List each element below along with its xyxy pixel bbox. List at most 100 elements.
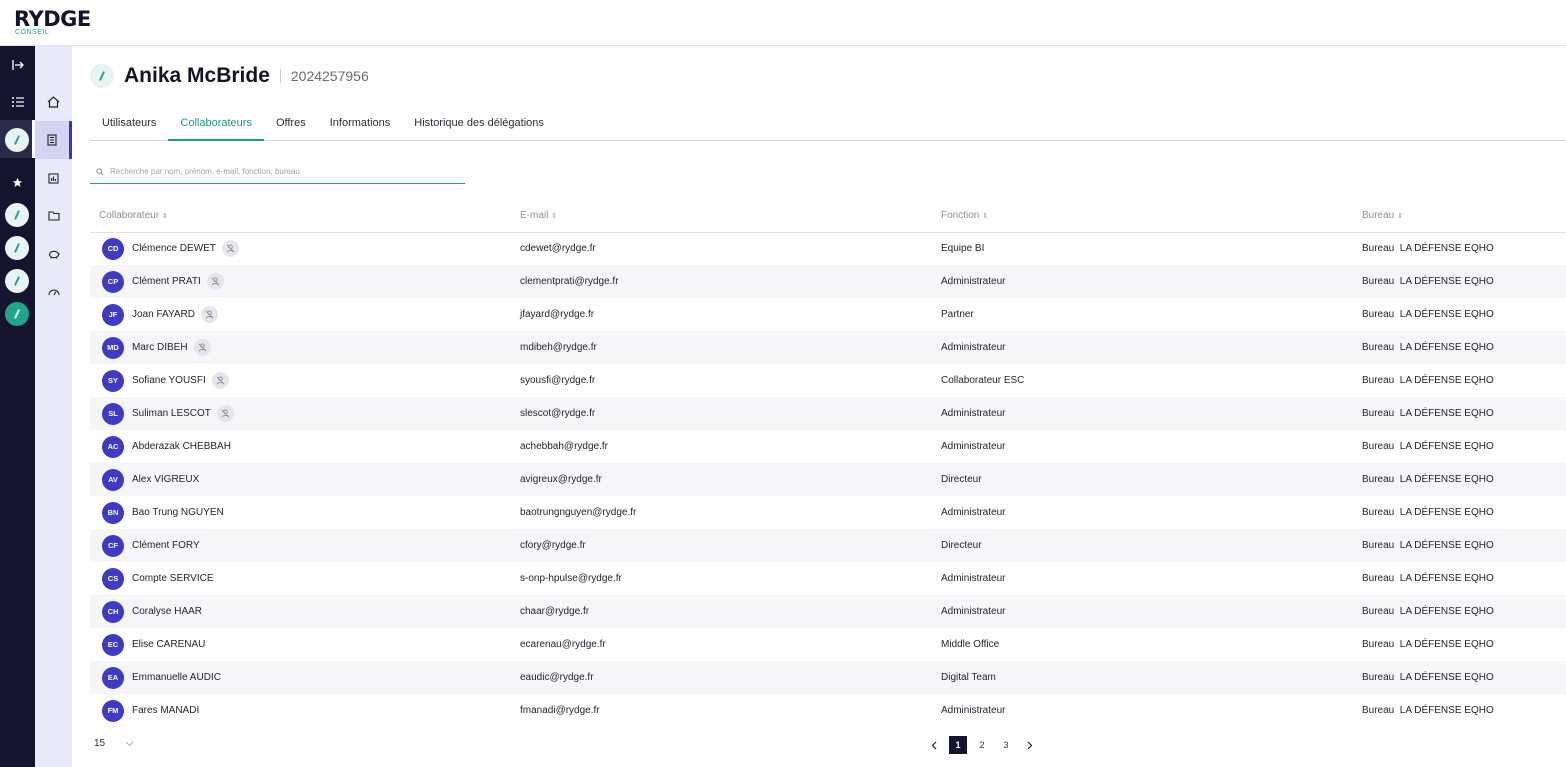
sort-icon[interactable]: ⇕ (1397, 213, 1403, 220)
avatar: SY (102, 369, 124, 392)
table-row[interactable]: AV Alex VIGREUX avigreux@rydge.fr Direct… (90, 463, 1566, 496)
sort-icon[interactable]: ⇕ (162, 213, 168, 220)
delegation-icon[interactable] (193, 339, 211, 356)
cell-email: avigreux@rydge.fr (520, 474, 602, 485)
table-row[interactable]: BN Bao Trung NGUYEN baotrungnguyen@rydge… (90, 496, 1566, 529)
table-row[interactable]: EC Elise CARENAU ecarenau@rydge.fr Middl… (90, 628, 1566, 661)
previous-page-button[interactable] (925, 736, 943, 754)
collaborator-name: Compte SERVICE (132, 573, 214, 584)
column-header-fonction[interactable]: Fonction ⇕ (932, 200, 1353, 233)
delegation-icon[interactable] (211, 372, 229, 389)
top-header: RYDGE CONSEIL (0, 0, 1566, 46)
column-header-email[interactable]: E-mail ⇕ (511, 200, 932, 233)
collaborator-name: Abderazak CHEBBAH (132, 441, 231, 452)
delegation-icon[interactable] (206, 273, 224, 290)
search-icon (96, 167, 104, 176)
list-icon[interactable] (0, 90, 35, 114)
avatar: CF (102, 534, 124, 557)
client-item-icon[interactable] (5, 302, 29, 326)
table-row[interactable]: CF Clément FORY cfory@rydge.fr Directeur… (90, 529, 1566, 562)
delegation-icon[interactable] (221, 240, 239, 258)
cell-bureau: Bureau LA DÉFENSE EQHO (1362, 243, 1494, 255)
client-item-icon[interactable] (5, 128, 29, 152)
cell-collaborateur: FM Fares MANADI (90, 694, 511, 727)
primary-rail (0, 46, 35, 767)
page-size-select[interactable]: 15 (94, 738, 134, 749)
search-input[interactable] (110, 167, 450, 176)
delegation-icon[interactable] (216, 405, 234, 422)
cell-fonction: Digital Team (941, 672, 996, 683)
table-row[interactable]: JF Joan FAYARD jfayard@rydge.fr Partner … (90, 298, 1566, 331)
cell-fonction: Equipe BI (941, 243, 985, 255)
table-row[interactable]: MD Marc DIBEH mdibeh@rydge.fr Administra… (90, 331, 1566, 364)
piggy-bank-icon[interactable] (35, 235, 72, 273)
avatar: JF (102, 303, 124, 326)
client-item-icon[interactable] (5, 203, 29, 227)
table-row[interactable]: CP Clément PRATI clementprati@rydge.fr A… (90, 265, 1566, 298)
tab-collaborateurs[interactable]: Collaborateurs (168, 110, 264, 141)
table-footer: 15 1 2 3 (90, 734, 1566, 756)
tab-historique-delegations[interactable]: Historique des délégations (402, 110, 556, 141)
cell-email: chaar@rydge.fr (520, 606, 590, 617)
collaborator-name: Emmanuelle AUDIC (132, 672, 221, 683)
sort-icon[interactable]: ⇕ (982, 213, 988, 220)
cell-collaborateur: CP Clément PRATI (90, 265, 511, 298)
column-header-collaborateur[interactable]: Collaborateur ⇕ (90, 200, 511, 233)
cell-collaborateur: SY Sofiane YOUSFI (90, 364, 511, 397)
report-icon[interactable] (35, 159, 72, 197)
cell-email: mdibeh@rydge.fr (520, 342, 597, 353)
tab-offres[interactable]: Offres (264, 110, 318, 141)
table-row[interactable]: CS Compte SERVICE s-onp-hpulse@rydge.fr … (90, 562, 1566, 595)
client-item-icon[interactable] (5, 269, 29, 293)
chevron-right-icon (1027, 741, 1033, 749)
folder-icon[interactable] (35, 197, 72, 235)
cell-collaborateur: CF Clément FORY (90, 529, 511, 562)
cell-fonction: Administrateur (941, 606, 1006, 617)
client-item-icon[interactable] (5, 236, 29, 260)
page-button-3[interactable]: 3 (997, 736, 1015, 754)
table-row[interactable]: FM Fares MANADI fmanadi@rydge.fr Adminis… (90, 694, 1566, 727)
cell-collaborateur: AV Alex VIGREUX (90, 463, 511, 496)
table-row[interactable]: CH Coralyse HAAR chaar@rydge.fr Administ… (90, 595, 1566, 628)
cell-bureau: Bureau LA DÉFENSE EQHO (1362, 342, 1494, 353)
table-row[interactable]: SL Suliman LESCOT slescot@rydge.fr Admin… (90, 397, 1566, 430)
cell-collaborateur: CD Clémence DEWET (90, 232, 511, 265)
cell-fonction: Middle Office (941, 639, 1000, 650)
collaborator-name: Sofiane YOUSFI (132, 375, 206, 386)
table-row[interactable]: SY Sofiane YOUSFI syousfi@rydge.fr Colla… (90, 364, 1566, 397)
column-header-bureau[interactable]: Bureau ⇕ (1353, 200, 1566, 233)
cell-email: cdewet@rydge.fr (520, 243, 596, 255)
avatar: MD (102, 336, 124, 359)
table-row[interactable]: AC Abderazak CHEBBAH achebbah@rydge.fr A… (90, 430, 1566, 463)
rydge-logo[interactable]: RYDGE CONSEIL (14, 9, 91, 37)
cell-collaborateur: EA Emmanuelle AUDIC (90, 661, 511, 694)
cell-collaborateur: EC Elise CARENAU (90, 628, 511, 661)
cell-collaborateur: CS Compte SERVICE (90, 562, 511, 595)
next-page-button[interactable] (1021, 736, 1039, 754)
cell-bureau: Bureau LA DÉFENSE EQHO (1362, 672, 1494, 683)
tab-informations[interactable]: Informations (318, 110, 403, 141)
column-label: Collaborateur (99, 210, 160, 222)
home-icon[interactable] (35, 83, 72, 121)
sort-icon[interactable]: ⇕ (551, 213, 557, 220)
cell-collaborateur: AC Abderazak CHEBBAH (90, 430, 511, 463)
table-row[interactable]: CD Clémence DEWET cdewet@rydge.fr Equipe… (90, 232, 1566, 265)
cell-email: s-onp-hpulse@rydge.fr (520, 573, 622, 584)
expand-icon[interactable] (0, 53, 35, 77)
favorites-icon[interactable] (0, 170, 35, 194)
avatar: CH (102, 600, 124, 623)
collaborator-name: Joan FAYARD (132, 309, 195, 320)
cell-email: slescot@rydge.fr (520, 408, 596, 419)
delegation-icon[interactable] (201, 306, 218, 323)
cell-bureau: Bureau LA DÉFENSE EQHO (1362, 639, 1494, 650)
collaborator-name: Coralyse HAAR (132, 606, 203, 617)
page-button-2[interactable]: 2 (973, 736, 991, 754)
building-icon[interactable] (35, 121, 72, 159)
gauge-icon[interactable] (35, 273, 72, 311)
page-button-1[interactable]: 1 (949, 736, 967, 754)
table-row[interactable]: EA Emmanuelle AUDIC eaudic@rydge.fr Digi… (90, 661, 1566, 694)
cell-fonction: Administrateur (941, 276, 1006, 287)
avatar: BN (102, 501, 124, 524)
avatar: CP (102, 270, 124, 293)
tab-utilisateurs[interactable]: Utilisateurs (90, 110, 168, 141)
